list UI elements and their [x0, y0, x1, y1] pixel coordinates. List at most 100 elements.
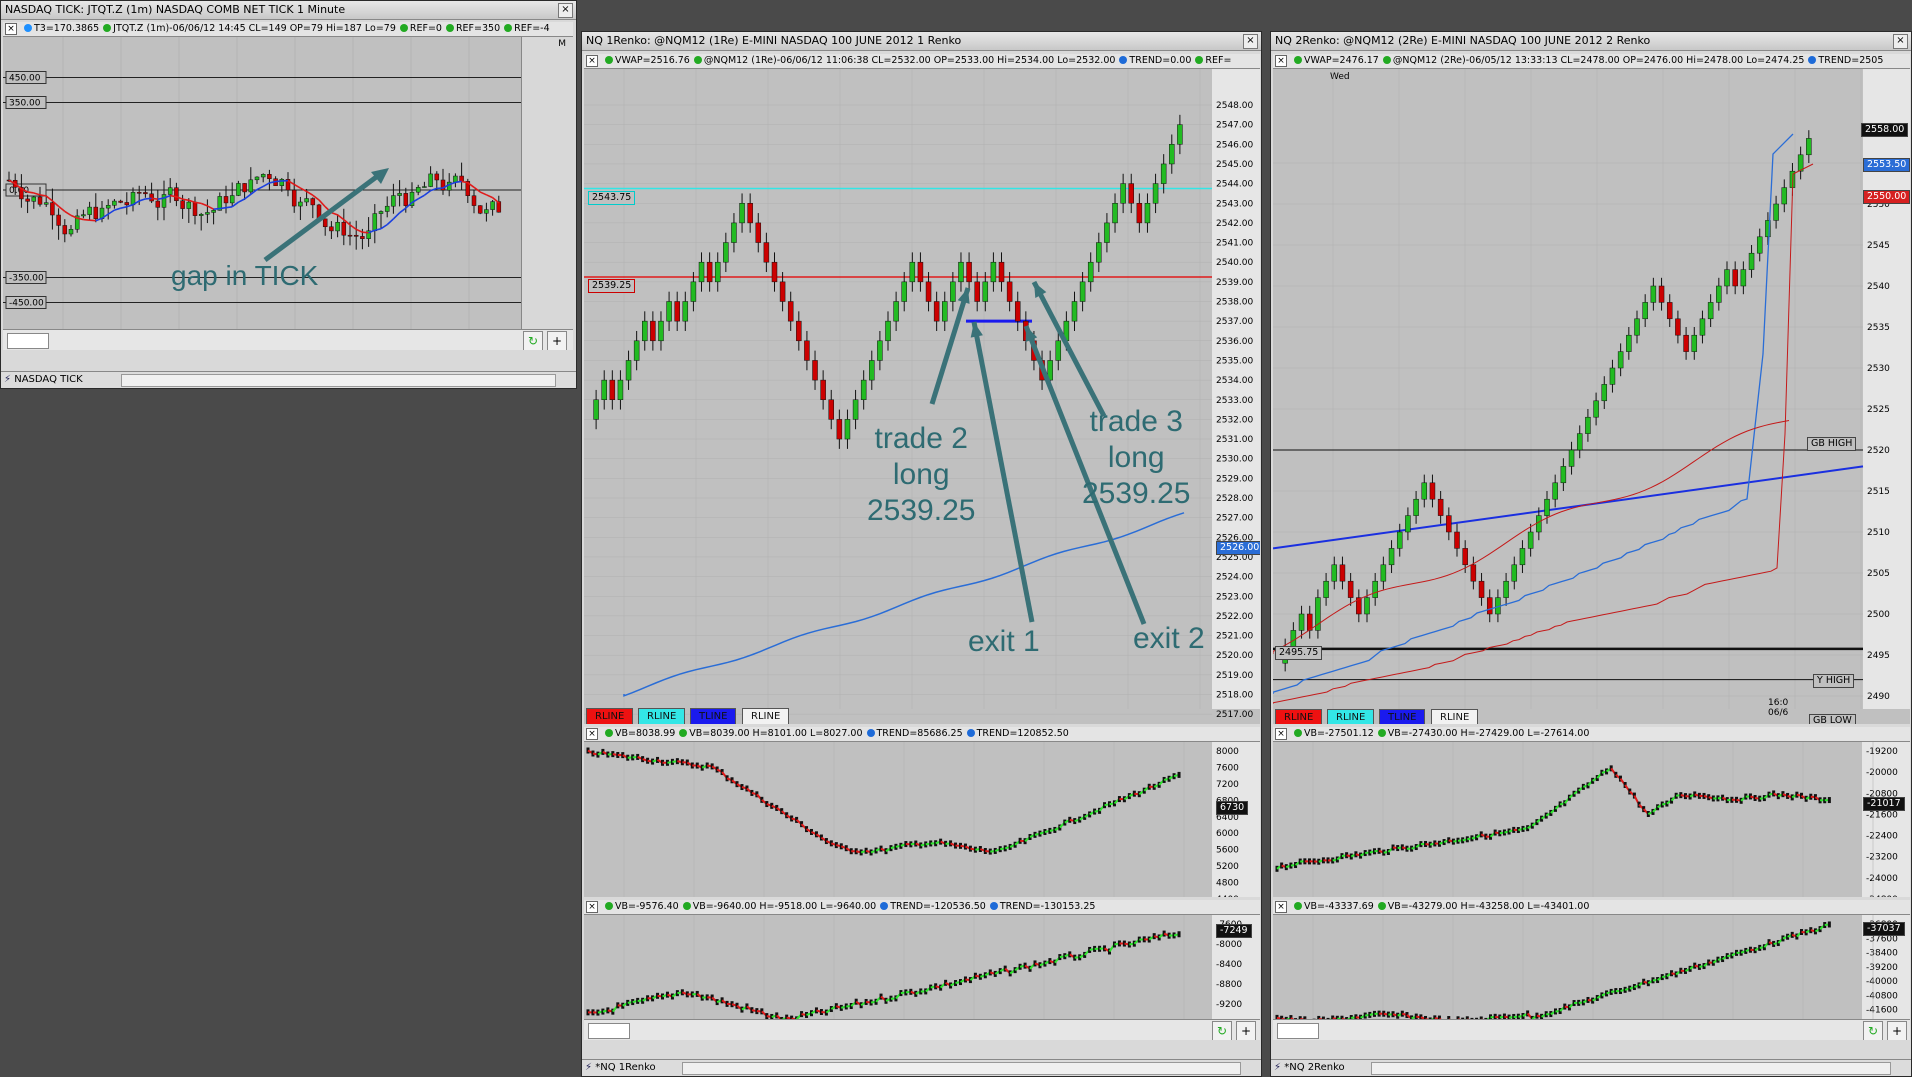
- rline-button[interactable]: RLINE: [742, 708, 790, 724]
- tick-window[interactable]: NASDAQ TICK: JTQT.Z (1m) NASDAQ COMB NET…: [0, 0, 577, 389]
- y-tick-label: -8000: [1216, 940, 1242, 950]
- candle: [310, 198, 316, 206]
- rline-button[interactable]: RLINE: [1275, 709, 1323, 724]
- y-tick-label: 2531.00: [1216, 435, 1253, 445]
- add-icon[interactable]: +: [1887, 1021, 1907, 1040]
- vwap-line: [1273, 133, 1794, 694]
- nq2-plot: 2550254525402535253025252520251525102505…: [1273, 69, 1910, 709]
- indicator-bar: [1177, 931, 1181, 938]
- y-tick-label: 2539.00: [1216, 278, 1253, 288]
- rline-button[interactable]: RLINE: [586, 708, 634, 724]
- ref-label: 350.00: [9, 99, 41, 109]
- scrollbar[interactable]: [1371, 1062, 1891, 1075]
- y-tick-label: -9200: [1216, 1000, 1242, 1010]
- add-icon[interactable]: +: [1236, 1021, 1256, 1040]
- close-icon[interactable]: ×: [558, 3, 573, 18]
- nq2-window-title: NQ 2Renko: @NQM12 (2Re) E-MINI NASDAQ 10…: [1271, 32, 1911, 51]
- moving-average-segment: [392, 212, 401, 220]
- rline-button[interactable]: RLINE: [1327, 709, 1375, 724]
- arrow-head: [1025, 326, 1038, 342]
- tab-nq-1renko[interactable]: *NQ 1Renko: [595, 1062, 655, 1073]
- candle: [1071, 301, 1078, 322]
- chart-icon: ⚡: [585, 1062, 593, 1073]
- candle: [893, 301, 899, 322]
- candle: [1405, 515, 1411, 533]
- candle: [37, 196, 43, 205]
- scrollbar[interactable]: [121, 374, 556, 387]
- candle: [415, 187, 421, 193]
- nq2-sub-chart-1[interactable]: × VB=-27501.12 VB=-27430.00 H=-27429.00 L=…: [1273, 727, 1910, 897]
- nq2-main-chart[interactable]: × VWAP=2476.17 @NQM12 (2Re)-06/05/12 13:33…: [1273, 54, 1910, 724]
- tick-time-axis: ↻ +: [3, 329, 573, 350]
- candle: [1536, 515, 1542, 533]
- y-tick-label: 7600: [1216, 763, 1239, 773]
- candle: [958, 261, 964, 283]
- candle: [1544, 498, 1550, 516]
- rline-button[interactable]: RLINE: [1431, 709, 1479, 724]
- candle: [1781, 187, 1788, 205]
- add-icon[interactable]: +: [547, 331, 567, 350]
- refresh-icon[interactable]: ↻: [523, 331, 543, 350]
- gb-high-label: GB HIGH: [1807, 437, 1857, 451]
- y-tick-label: 2525: [1867, 405, 1890, 415]
- candle: [484, 209, 489, 214]
- y-tick-label: 2538.00: [1216, 298, 1253, 308]
- tline-button[interactable]: TLINE: [690, 708, 737, 724]
- refresh-icon[interactable]: ↻: [1863, 1021, 1883, 1040]
- scrollbar[interactable]: [682, 1062, 1241, 1075]
- candle: [1560, 466, 1567, 484]
- nq1-sub-chart-1[interactable]: × VB=8038.99 VB=8039.00 H=8101.00 L=8027.0…: [584, 727, 1260, 897]
- trend-line: [1273, 465, 1864, 550]
- candle: [242, 183, 247, 193]
- candle: [186, 201, 192, 209]
- rline-button[interactable]: RLINE: [638, 708, 686, 724]
- nq1-window[interactable]: NQ 1Renko: @NQM12 (1Re) E-MINI NASDAQ 10…: [581, 31, 1262, 1077]
- candle: [372, 213, 378, 232]
- tab-nq-2renko[interactable]: *NQ 2Renko: [1284, 1062, 1344, 1073]
- candle: [322, 218, 328, 228]
- moving-average-segment: [238, 198, 245, 203]
- y-tick-label: 7200: [1216, 780, 1239, 790]
- y-tick-label: 2522.00: [1216, 612, 1253, 622]
- moving-average-segment: [225, 205, 233, 209]
- close-icon[interactable]: ×: [1893, 34, 1908, 49]
- y-tick-label: 2544.00: [1216, 180, 1253, 190]
- candle: [966, 261, 972, 283]
- y-tick-label: 2533.00: [1216, 396, 1253, 406]
- moving-average-segment: [213, 207, 220, 210]
- moving-average-segment: [64, 210, 72, 217]
- nq2-window[interactable]: NQ 2Renko: @NQM12 (2Re) E-MINI NASDAQ 10…: [1270, 31, 1912, 1077]
- refresh-icon[interactable]: ↻: [1212, 1021, 1232, 1040]
- tline-button[interactable]: TLINE: [1379, 709, 1426, 724]
- nq2-sub-chart-2[interactable]: × VB=-43337.69 VB=-43279.00 H=-43258.00 L=…: [1273, 900, 1910, 1040]
- nq1-window-title: NQ 1Renko: @NQM12 (1Re) E-MINI NASDAQ 10…: [582, 32, 1261, 51]
- candle: [341, 222, 347, 236]
- moving-average-segment: [138, 198, 146, 202]
- candle: [1454, 531, 1460, 549]
- exit-2-annotation: exit 2: [1133, 622, 1205, 655]
- nq1-main-chart[interactable]: × VWAP=2516.76 @NQM12 (1Re)-06/06/12 11:06…: [584, 54, 1260, 724]
- candle: [650, 320, 656, 342]
- last-price-box: 2558.00: [1861, 123, 1909, 137]
- close-icon[interactable]: ×: [1243, 34, 1258, 49]
- nq1-sub-chart-2[interactable]: × VB=-9576.40 VB=-9640.00 H=-9518.00 L=-96…: [584, 900, 1260, 1040]
- y-tick-label: 2523.00: [1216, 592, 1253, 602]
- candle: [998, 261, 1005, 283]
- moving-average-segment: [200, 202, 208, 207]
- y-tick-label: 2527.00: [1216, 514, 1253, 524]
- candle: [1437, 498, 1444, 516]
- candle: [260, 174, 266, 178]
- candle: [434, 173, 440, 181]
- ref-label: -350.00: [9, 274, 44, 284]
- candle: [81, 214, 86, 217]
- candle: [360, 236, 365, 239]
- candle: [1650, 285, 1657, 303]
- candle: [609, 379, 616, 401]
- tick-plot: 4002000-200-400450.00350.000.00-350.00-4…: [3, 37, 573, 349]
- tick-chart[interactable]: × T3=170.3865 JTQT.Z (1m)-06/06/12 14:45 C…: [3, 22, 573, 350]
- candle: [601, 379, 607, 401]
- y-tick-label: 2529.00: [1216, 474, 1253, 484]
- sub2-value-box: -37037: [1863, 922, 1905, 936]
- candle: [304, 198, 309, 203]
- tab-nasdaq-tick[interactable]: NASDAQ TICK: [14, 374, 83, 385]
